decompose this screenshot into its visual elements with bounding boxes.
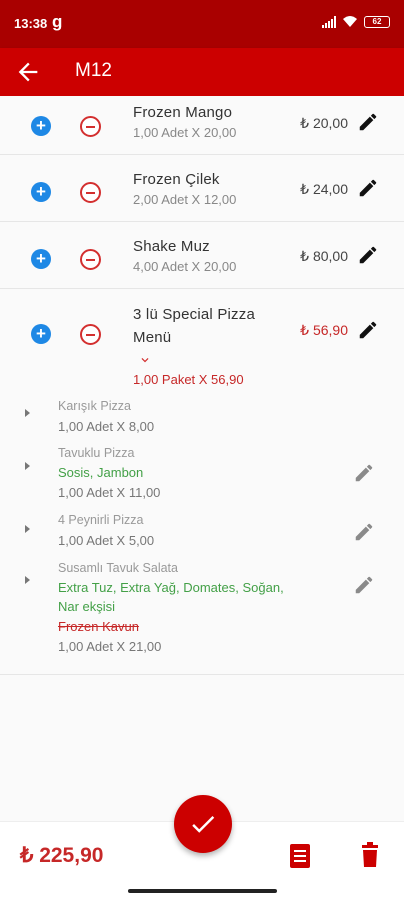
status-bar: 13:38 g 62 (0, 0, 404, 48)
notification-icon: g (52, 12, 63, 31)
edit-icon[interactable] (357, 244, 379, 266)
edit-icon[interactable] (353, 574, 375, 596)
battery-icon: 62 (364, 15, 390, 28)
edit-icon[interactable] (357, 177, 379, 199)
item-name: Frozen Mango (133, 104, 233, 121)
expand-caret-icon[interactable] (25, 462, 30, 470)
sub-item: Karışık Pizza 1,00 Adet X 8,00 (0, 395, 404, 440)
sub-item-modifier: Extra Tuz, Extra Yağ, Domates, Soğan, (58, 580, 284, 595)
sub-item: Susamlı Tavuk Salata Extra Tuz, Extra Ya… (0, 556, 404, 656)
trash-icon[interactable] (358, 842, 382, 868)
confirm-button[interactable] (174, 795, 232, 853)
item-name: Shake Muz (133, 238, 210, 255)
order-item: + Frozen Çilek 2,00 Adet X 12,00 ₺ 24,00 (0, 155, 404, 222)
sub-item-removed: Frozen Kavun (58, 619, 139, 634)
sub-item-name: Tavuklu Pizza (58, 446, 135, 460)
check-icon (192, 816, 215, 833)
decrease-button[interactable] (80, 249, 101, 270)
item-price: ₺ 24,00 (300, 181, 348, 197)
item-quantity: 2,00 Adet X 12,00 (133, 192, 237, 207)
item-price: ₺ 80,00 (300, 248, 348, 264)
menu-quantity: 1,00 Paket X 56,90 (133, 372, 244, 387)
order-item: + Shake Muz 4,00 Adet X 20,00 ₺ 80,00 (0, 222, 404, 289)
edit-icon[interactable] (353, 462, 375, 484)
menu-name-line2: Menü (133, 329, 172, 346)
sub-item-name: 4 Peynirli Pizza (58, 513, 144, 527)
item-price: ₺ 20,00 (300, 115, 348, 131)
sub-item-name: Susamlı Tavuk Salata (58, 561, 178, 575)
status-icons: 62 (322, 15, 390, 28)
edit-icon[interactable] (353, 521, 375, 543)
order-list: + Frozen Mango 1,00 Adet X 20,00 ₺ 20,00… (0, 96, 404, 821)
expand-caret-icon[interactable] (25, 409, 30, 417)
order-total: ₺ 225,90 (20, 844, 104, 867)
increase-button[interactable]: + (31, 116, 51, 136)
sub-item-quantity: 1,00 Adet X 5,00 (58, 533, 155, 548)
sub-item: Tavuklu Pizza Sosis, Jambon 1,00 Adet X … (0, 442, 404, 506)
edit-icon[interactable] (357, 111, 379, 133)
sub-item-name: Karışık Pizza (58, 399, 131, 413)
item-quantity: 4,00 Adet X 20,00 (133, 259, 237, 274)
sub-item-quantity: 1,00 Adet X 21,00 (58, 639, 162, 654)
increase-button[interactable]: + (31, 249, 51, 269)
page-title: M12 (75, 60, 112, 81)
decrease-button[interactable] (80, 182, 101, 203)
expand-caret-icon[interactable] (25, 525, 30, 533)
expand-caret-icon[interactable] (25, 576, 30, 584)
chevron-down-icon[interactable] (138, 353, 152, 367)
sub-item-quantity: 1,00 Adet X 8,00 (58, 419, 155, 434)
signal-icon (322, 15, 336, 28)
increase-button[interactable]: + (31, 324, 51, 344)
receipt-icon[interactable] (288, 843, 312, 869)
decrease-button[interactable] (80, 116, 101, 137)
item-name: Frozen Çilek (133, 171, 220, 188)
menu-item: + 3 lü Special Pizza Menü 1,00 Paket X 5… (0, 289, 404, 675)
item-quantity: 1,00 Adet X 20,00 (133, 125, 237, 140)
wifi-icon (343, 16, 357, 27)
status-time: 13:38 (14, 16, 48, 31)
increase-button[interactable]: + (31, 182, 51, 202)
home-indicator (128, 889, 277, 893)
sub-item-quantity: 1,00 Adet X 11,00 (58, 485, 161, 500)
back-arrow-icon[interactable] (14, 58, 42, 86)
order-item: + Frozen Mango 1,00 Adet X 20,00 ₺ 20,00 (0, 96, 404, 155)
sub-item: 4 Peynirli Pizza 1,00 Adet X 5,00 (0, 508, 404, 554)
app-bar: M12 (0, 48, 404, 96)
decrease-button[interactable] (80, 324, 101, 345)
sub-item-modifier-cont: Nar ekşisi (58, 599, 116, 614)
menu-name-line1: 3 lü Special Pizza (133, 306, 255, 323)
edit-icon[interactable] (357, 319, 379, 341)
sub-item-modifier: Sosis, Jambon (58, 465, 144, 480)
menu-price: ₺ 56,90 (300, 322, 348, 338)
